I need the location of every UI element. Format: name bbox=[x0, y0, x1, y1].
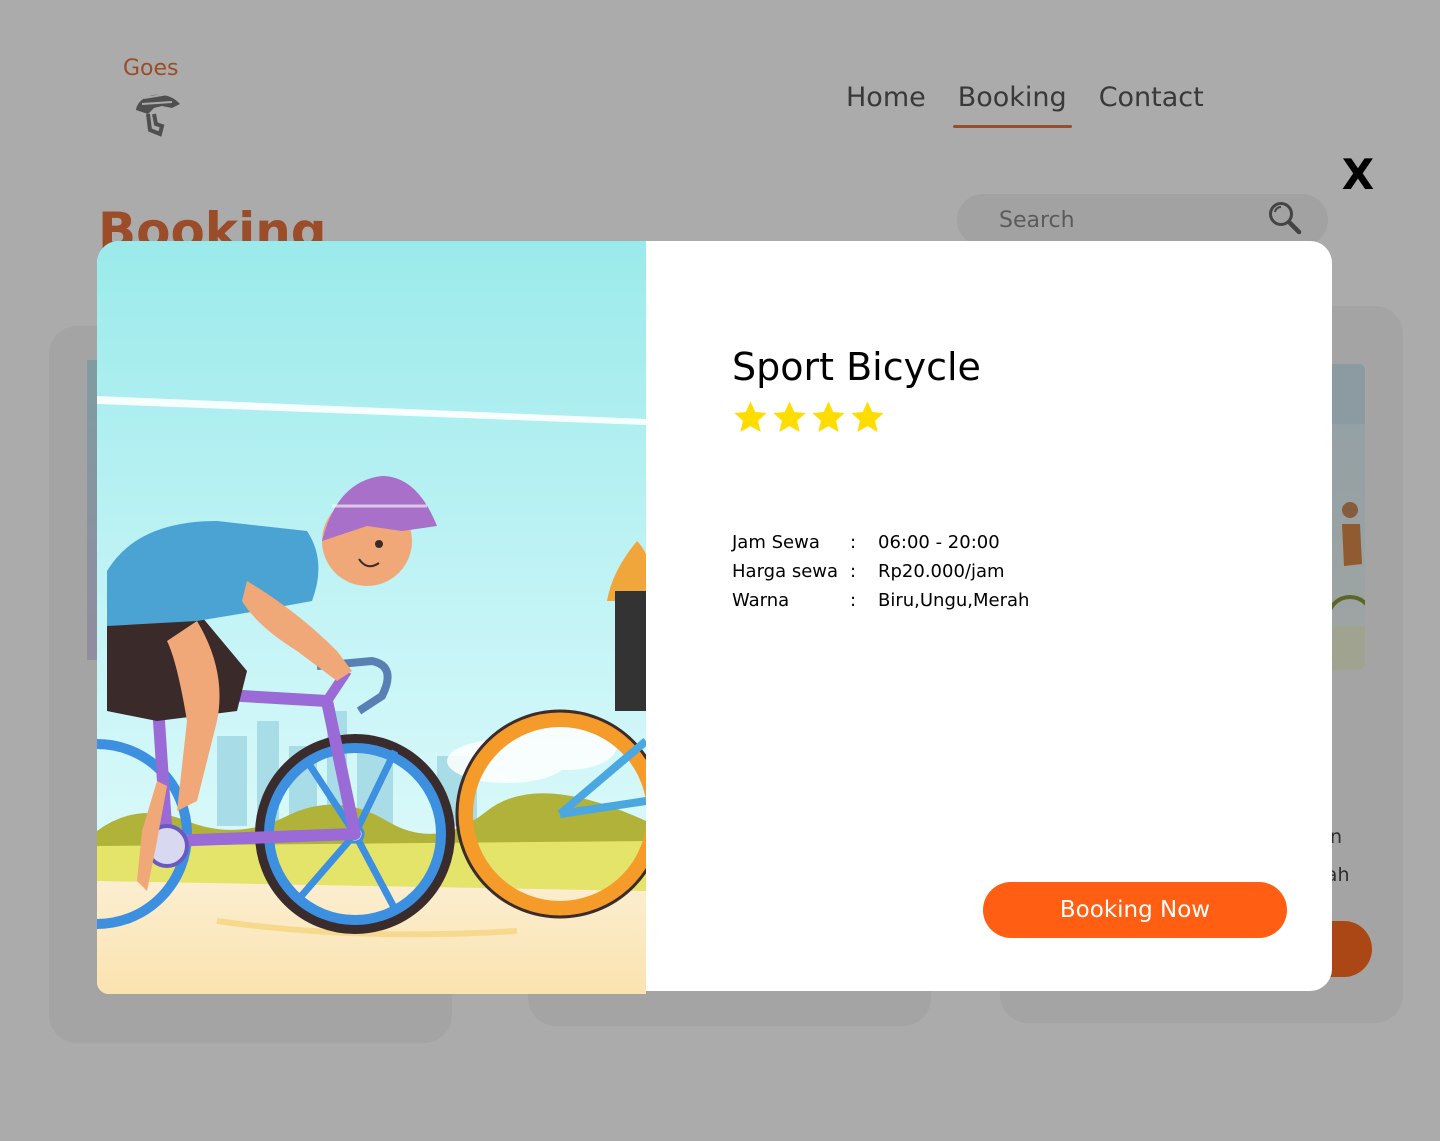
product-title: Sport Bicycle bbox=[732, 345, 981, 389]
bike-detail-modal: Sport Bicycle Jam Sewa : 06:00 - 20:00 H… bbox=[97, 241, 1332, 994]
spec-separator: : bbox=[850, 561, 857, 582]
product-image bbox=[97, 241, 646, 994]
spec-value: Biru,Ungu,Merah bbox=[878, 590, 1030, 611]
close-button[interactable]: X bbox=[1338, 150, 1378, 200]
spec-row-rental-price: Harga sewa : Rp20.000/jam bbox=[732, 557, 1029, 586]
spec-separator: : bbox=[850, 532, 857, 553]
spec-row-rental-hours: Jam Sewa : 06:00 - 20:00 bbox=[732, 528, 1029, 557]
star-icon bbox=[734, 401, 767, 432]
spec-label: Jam Sewa bbox=[732, 532, 820, 553]
star-icon bbox=[812, 401, 845, 432]
spec-value: Rp20.000/jam bbox=[878, 561, 1005, 582]
spec-label: Harga sewa bbox=[732, 561, 839, 582]
spec-label: Warna bbox=[732, 590, 790, 611]
spec-row-colors: Warna : Biru,Ungu,Merah bbox=[732, 586, 1029, 615]
star-icon bbox=[773, 401, 806, 432]
spec-table: Jam Sewa : 06:00 - 20:00 Harga sewa : Rp… bbox=[732, 528, 1029, 615]
spec-separator: : bbox=[850, 590, 857, 611]
cyclist-illustration-icon bbox=[97, 241, 646, 994]
star-rating bbox=[732, 399, 886, 436]
star-icon bbox=[851, 401, 884, 432]
booking-now-button[interactable]: Booking Now bbox=[983, 882, 1287, 938]
spec-value: 06:00 - 20:00 bbox=[878, 532, 1000, 553]
